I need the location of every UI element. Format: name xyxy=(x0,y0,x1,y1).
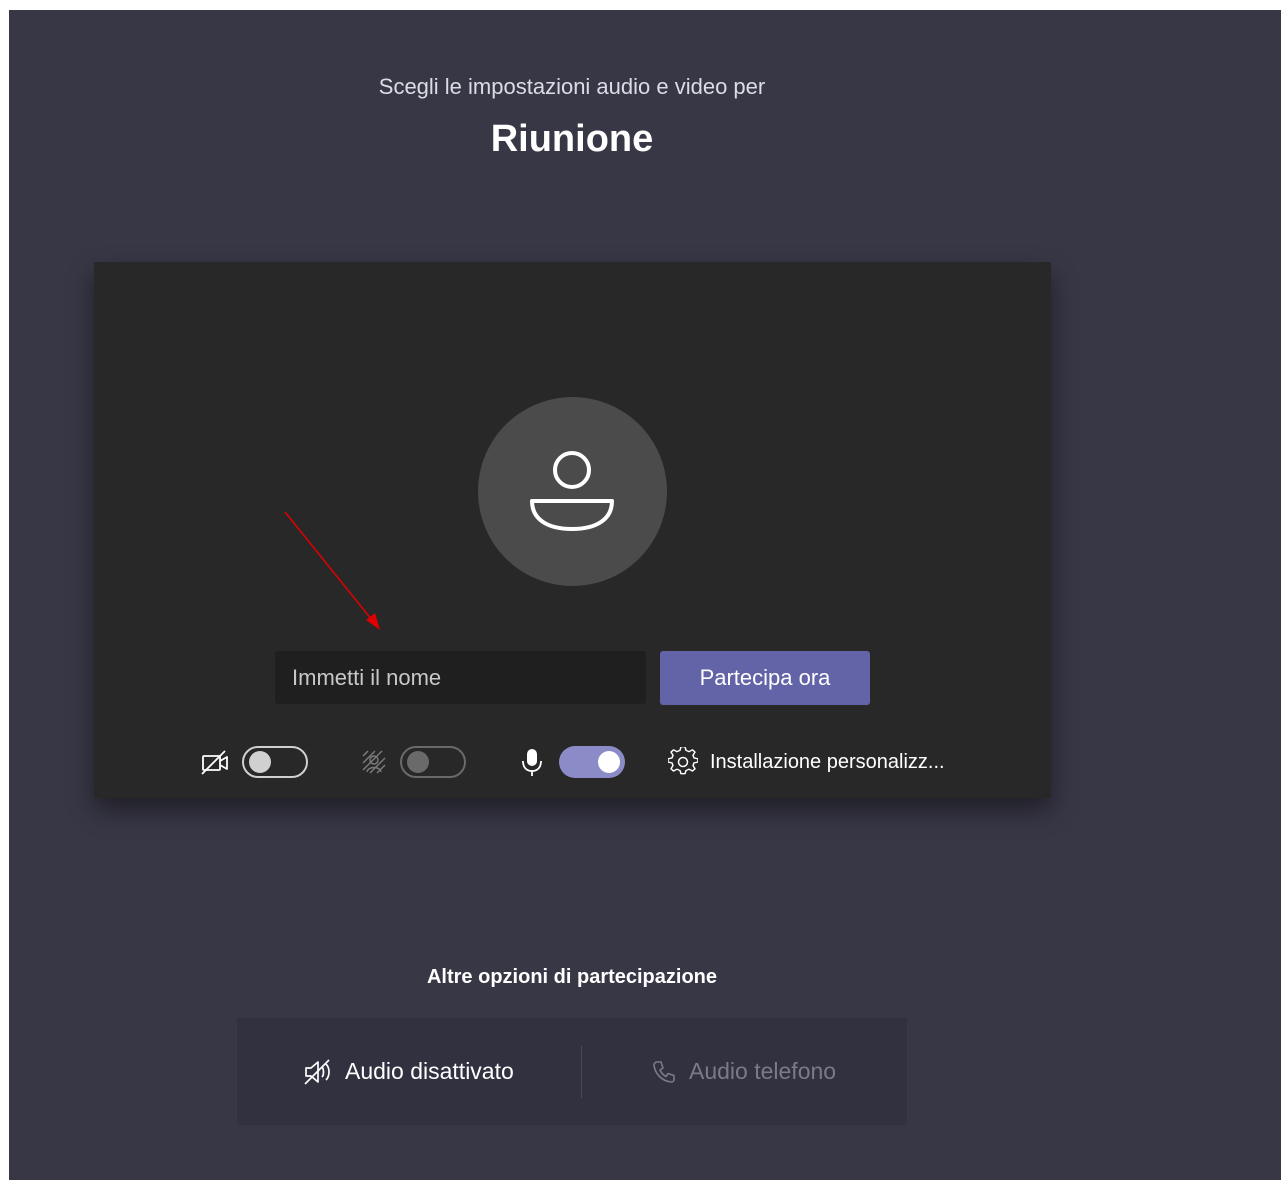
join-now-button[interactable]: Partecipa ora xyxy=(660,651,870,705)
video-preview-panel: Partecipa ora xyxy=(94,262,1051,798)
other-options-panel: Audio disattivato Audio telefono xyxy=(237,1018,907,1125)
phone-icon xyxy=(653,1060,675,1083)
custom-setup-button[interactable]: Installazione personalizz... xyxy=(668,742,945,782)
microphone-toggle[interactable] xyxy=(559,746,625,778)
person-icon xyxy=(530,451,614,531)
audio-off-option[interactable]: Audio disattivato xyxy=(303,1018,514,1125)
phone-audio-label: Audio telefono xyxy=(689,1058,837,1084)
toggle-knob xyxy=(249,751,271,773)
gear-icon xyxy=(668,747,698,775)
options-divider xyxy=(581,1046,582,1098)
avatar xyxy=(478,397,667,586)
toggle-knob xyxy=(407,751,429,773)
phone-audio-option[interactable]: Audio telefono xyxy=(651,1018,836,1125)
audio-off-label: Audio disattivato xyxy=(345,1058,514,1084)
camera-off-icon[interactable] xyxy=(200,747,230,777)
camera-toggle[interactable] xyxy=(242,746,308,778)
meeting-title: Riunione xyxy=(490,118,654,160)
custom-setup-label: Installazione personalizz... xyxy=(710,750,945,773)
meeting-prejoin-screen: Scegli le impostazioni audio e video per… xyxy=(9,10,1281,1180)
background-effects-toggle xyxy=(400,746,466,778)
toggle-knob xyxy=(598,751,620,773)
speaker-off-icon xyxy=(304,1058,330,1085)
background-blur-icon xyxy=(362,750,386,774)
microphone-icon[interactable] xyxy=(520,747,544,777)
name-input[interactable] xyxy=(275,651,646,704)
device-controls: Installazione personalizz... xyxy=(94,742,1051,782)
other-options-title: Altre opzioni di partecipazione xyxy=(426,966,718,988)
page-subtitle: Scegli le impostazioni audio e video per xyxy=(378,74,766,99)
